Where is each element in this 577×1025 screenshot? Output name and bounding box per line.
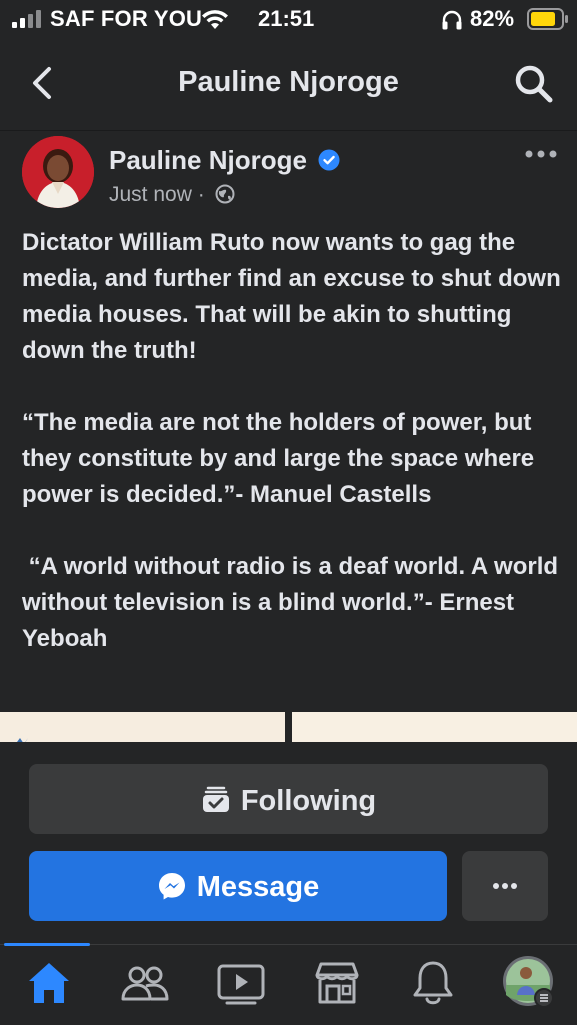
more-options-button[interactable] [462,851,548,921]
message-button[interactable]: Message [29,851,447,921]
avatar-photo [22,136,94,208]
notifications-icon [413,961,453,1005]
wifi-icon [202,10,228,29]
marketplace-icon [315,962,359,1004]
following-label: Following [240,785,377,817]
tab-marketplace[interactable] [309,955,365,1011]
home-icon [29,963,69,1003]
headphones-icon [442,10,462,30]
status-bar: SAF FOR YOU 21:51 82% [0,0,577,40]
author-name[interactable]: Pauline Njoroge [109,145,307,175]
following-icon [202,786,229,812]
verified-badge-icon [318,149,340,171]
active-tab-indicator [4,943,90,946]
more-horizontal-icon [493,883,517,889]
following-button[interactable]: Following [29,764,548,834]
message-content: Message [29,871,447,904]
tab-profile-menu[interactable] [502,955,558,1011]
bottom-tab-bar [0,944,577,1025]
battery-percent: 82% [470,6,515,31]
following-content: Following [29,784,548,818]
search-icon[interactable] [514,64,554,104]
profile-menu-icon [503,956,554,1008]
tab-video[interactable] [213,955,269,1011]
page-title: Pauline Njoroge [178,66,399,98]
more-horizontal-icon[interactable] [525,149,557,159]
post-meta: Just now · [109,183,235,207]
messenger-icon [158,873,185,900]
message-label: Message [196,871,320,903]
author-avatar[interactable] [22,136,94,208]
battery-icon [527,8,568,30]
friends-icon [121,966,169,1001]
tab-notifications[interactable] [405,955,461,1011]
tab-friends[interactable] [117,955,173,1011]
clock: 21:51 [258,6,315,31]
cellular-signal-icon [12,10,41,28]
profile-header: Pauline Njoroge [0,40,577,131]
author-name-row[interactable]: Pauline Njoroge [109,145,340,176]
post-text: Dictator William Ruto now wants to gag t… [22,229,561,652]
tab-home[interactable] [21,955,77,1011]
video-icon [217,964,265,1005]
globe-icon [215,184,235,204]
post-time[interactable]: Just now · [109,183,205,206]
carrier-name: SAF FOR YOU [50,6,203,31]
